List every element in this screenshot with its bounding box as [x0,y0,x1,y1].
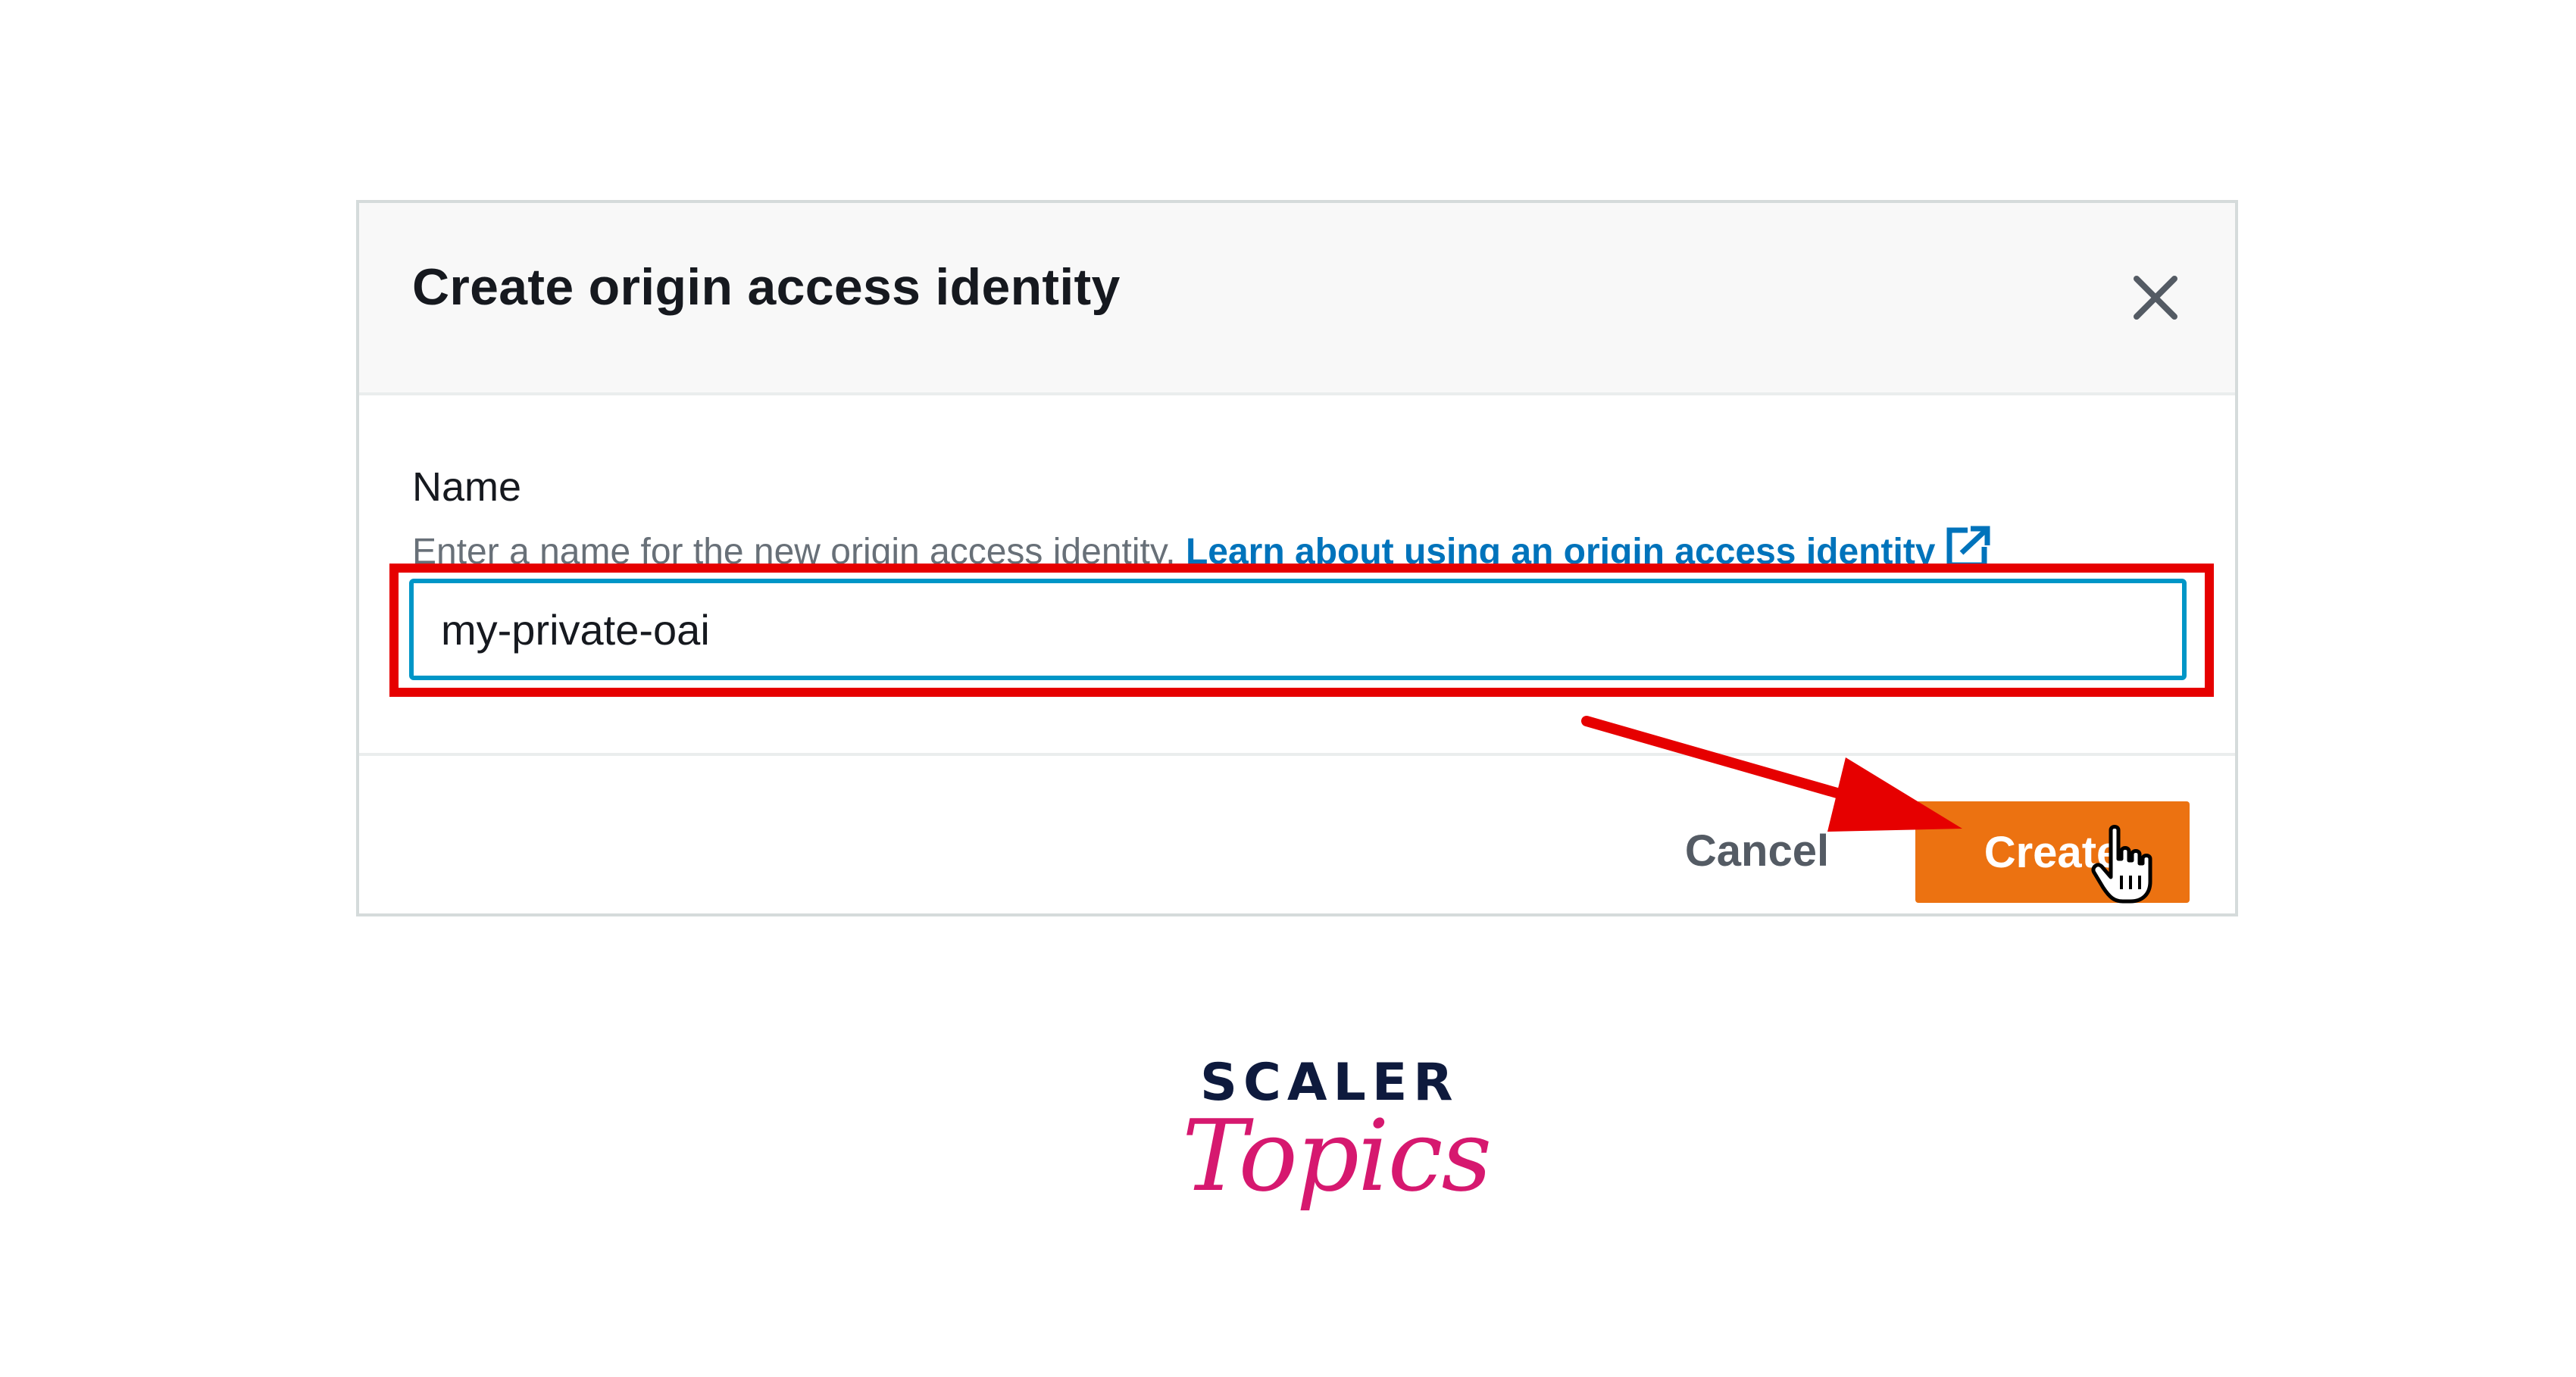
modal-title: Create origin access identity [412,258,1121,316]
learn-more-link[interactable]: Learn about using an origin access ident… [1185,526,1992,572]
learn-more-link-text: Learn about using an origin access ident… [1185,532,1936,572]
cancel-button[interactable]: Cancel [1655,801,1859,900]
name-input-wrapper [409,579,2187,680]
close-button[interactable] [2121,264,2190,332]
external-link-icon [1946,526,1990,568]
modal-header: Create origin access identity [359,203,2235,395]
name-input[interactable] [414,583,2182,676]
create-oai-modal: Create origin access identity Name Enter… [356,200,2238,916]
modal-footer: Cancel Create [359,756,2235,913]
logo-topics-text: Topics [1182,1098,1492,1213]
create-button[interactable]: Create [1915,801,2190,903]
name-field-label: Name [412,464,522,510]
modal-body: Name Enter a name for the new origin acc… [359,395,2235,756]
name-field-description: Enter a name for the new origin access i… [412,526,1992,573]
description-text: Enter a name for the new origin access i… [412,532,1176,572]
scaler-topics-logo: SCALER Topics [1182,1053,1492,1250]
close-icon [2134,276,2177,320]
